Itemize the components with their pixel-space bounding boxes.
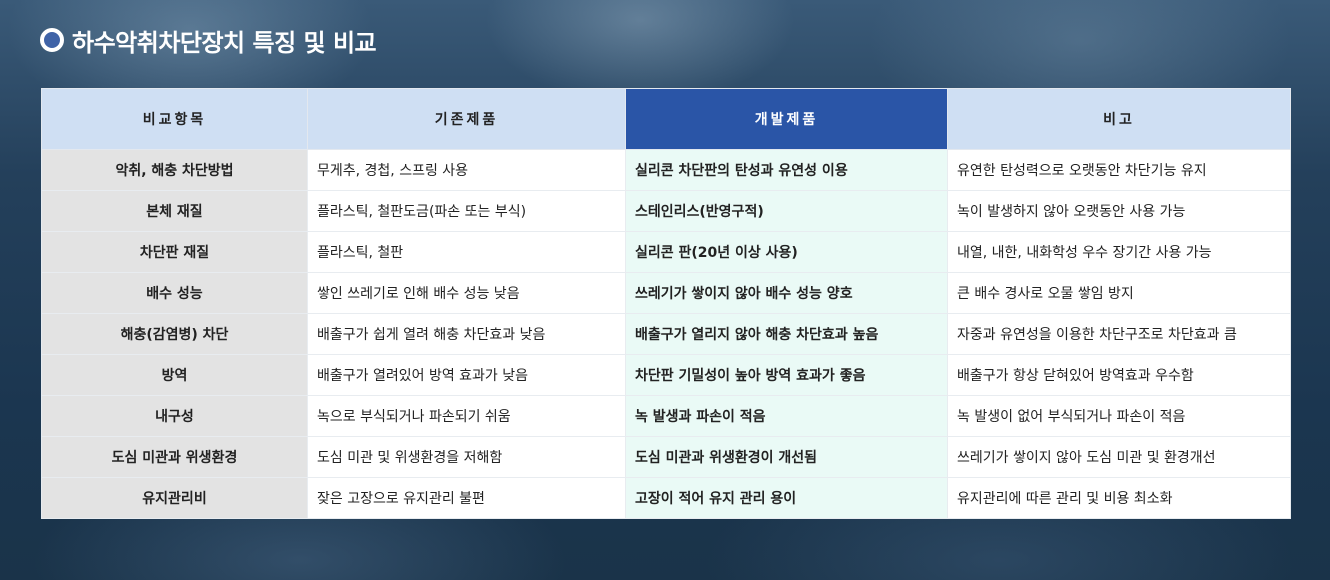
cell-developed: 쓰레기가 쌓이지 않아 배수 성능 양호: [625, 272, 948, 314]
cell-item: 내구성: [41, 395, 308, 437]
cell-note: 녹 발생이 없어 부식되거나 파손이 적음: [947, 395, 1291, 437]
cell-developed: 스테인리스(반영구적): [625, 190, 948, 232]
header-developed-product: 개발제품: [625, 88, 948, 150]
cell-developed: 실리콘 판(20년 이상 사용): [625, 231, 948, 273]
cell-item: 유지관리비: [41, 477, 308, 519]
cell-developed: 실리콘 차단판의 탄성과 유연성 이용: [625, 149, 948, 191]
table-row: 내구성 녹으로 부식되거나 파손되기 쉬움 녹 발생과 파손이 적음 녹 발생이…: [41, 395, 1291, 437]
page-title: 하수악취차단장치 특징 및 비교: [72, 28, 377, 57]
cell-note: 큰 배수 경사로 오물 쌓임 방지: [947, 272, 1291, 314]
header-comparison-item: 비교항목: [41, 88, 308, 150]
cell-item: 도심 미관과 위생환경: [41, 436, 308, 478]
cell-existing: 녹으로 부식되거나 파손되기 쉬움: [307, 395, 626, 437]
cell-note: 유지관리에 따른 관리 및 비용 최소화: [947, 477, 1291, 519]
cell-existing: 잦은 고장으로 유지관리 불편: [307, 477, 626, 519]
cell-note: 녹이 발생하지 않아 오랫동안 사용 가능: [947, 190, 1291, 232]
cell-note: 유연한 탄성력으로 오랫동안 차단기능 유지: [947, 149, 1291, 191]
header-remarks: 비고: [947, 88, 1291, 150]
cell-note: 내열, 내한, 내화학성 우수 장기간 사용 가능: [947, 231, 1291, 273]
table-row: 도심 미관과 위생환경 도심 미관 및 위생환경을 저해함 도심 미관과 위생환…: [41, 436, 1291, 478]
cell-note: 배출구가 항상 닫혀있어 방역효과 우수함: [947, 354, 1291, 396]
table-row: 방역 배출구가 열려있어 방역 효과가 낮음 차단판 기밀성이 높아 방역 효과…: [41, 354, 1291, 396]
table-header-row: 비교항목 기존제품 개발제품 비고: [41, 88, 1291, 150]
cell-existing: 배출구가 열려있어 방역 효과가 낮음: [307, 354, 626, 396]
cell-existing: 플라스틱, 철판도금(파손 또는 부식): [307, 190, 626, 232]
cell-item: 방역: [41, 354, 308, 396]
cell-developed: 고장이 적어 유지 관리 용이: [625, 477, 948, 519]
cell-item: 차단판 재질: [41, 231, 308, 273]
cell-existing: 쌓인 쓰레기로 인해 배수 성능 낮음: [307, 272, 626, 314]
cell-item: 악취, 해충 차단방법: [41, 149, 308, 191]
page-header: 하수악취차단장치 특징 및 비교: [40, 20, 377, 60]
cell-existing: 도심 미관 및 위생환경을 저해함: [307, 436, 626, 478]
cell-existing: 배출구가 쉽게 열려 해충 차단효과 낮음: [307, 313, 626, 355]
header-existing-product: 기존제품: [307, 88, 626, 150]
title-bullet-icon: [40, 28, 64, 52]
comparison-table: 비교항목 기존제품 개발제품 비고 악취, 해충 차단방법 무게추, 경첩, 스…: [41, 88, 1291, 519]
cell-developed: 차단판 기밀성이 높아 방역 효과가 좋음: [625, 354, 948, 396]
table-row: 악취, 해충 차단방법 무게추, 경첩, 스프링 사용 실리콘 차단판의 탄성과…: [41, 149, 1291, 191]
table-row: 본체 재질 플라스틱, 철판도금(파손 또는 부식) 스테인리스(반영구적) 녹…: [41, 190, 1291, 232]
cell-item: 해충(감염병) 차단: [41, 313, 308, 355]
table-row: 유지관리비 잦은 고장으로 유지관리 불편 고장이 적어 유지 관리 용이 유지…: [41, 477, 1291, 519]
table-row: 해충(감염병) 차단 배출구가 쉽게 열려 해충 차단효과 낮음 배출구가 열리…: [41, 313, 1291, 355]
cell-note: 쓰레기가 쌓이지 않아 도심 미관 및 환경개선: [947, 436, 1291, 478]
table-row: 차단판 재질 플라스틱, 철판 실리콘 판(20년 이상 사용) 내열, 내한,…: [41, 231, 1291, 273]
table-row: 배수 성능 쌓인 쓰레기로 인해 배수 성능 낮음 쓰레기가 쌓이지 않아 배수…: [41, 272, 1291, 314]
cell-existing: 플라스틱, 철판: [307, 231, 626, 273]
cell-developed: 도심 미관과 위생환경이 개선됨: [625, 436, 948, 478]
cell-note: 자중과 유연성을 이용한 차단구조로 차단효과 큼: [947, 313, 1291, 355]
cell-developed: 배출구가 열리지 않아 해충 차단효과 높음: [625, 313, 948, 355]
cell-existing: 무게추, 경첩, 스프링 사용: [307, 149, 626, 191]
cell-item: 본체 재질: [41, 190, 308, 232]
cell-item: 배수 성능: [41, 272, 308, 314]
cell-developed: 녹 발생과 파손이 적음: [625, 395, 948, 437]
